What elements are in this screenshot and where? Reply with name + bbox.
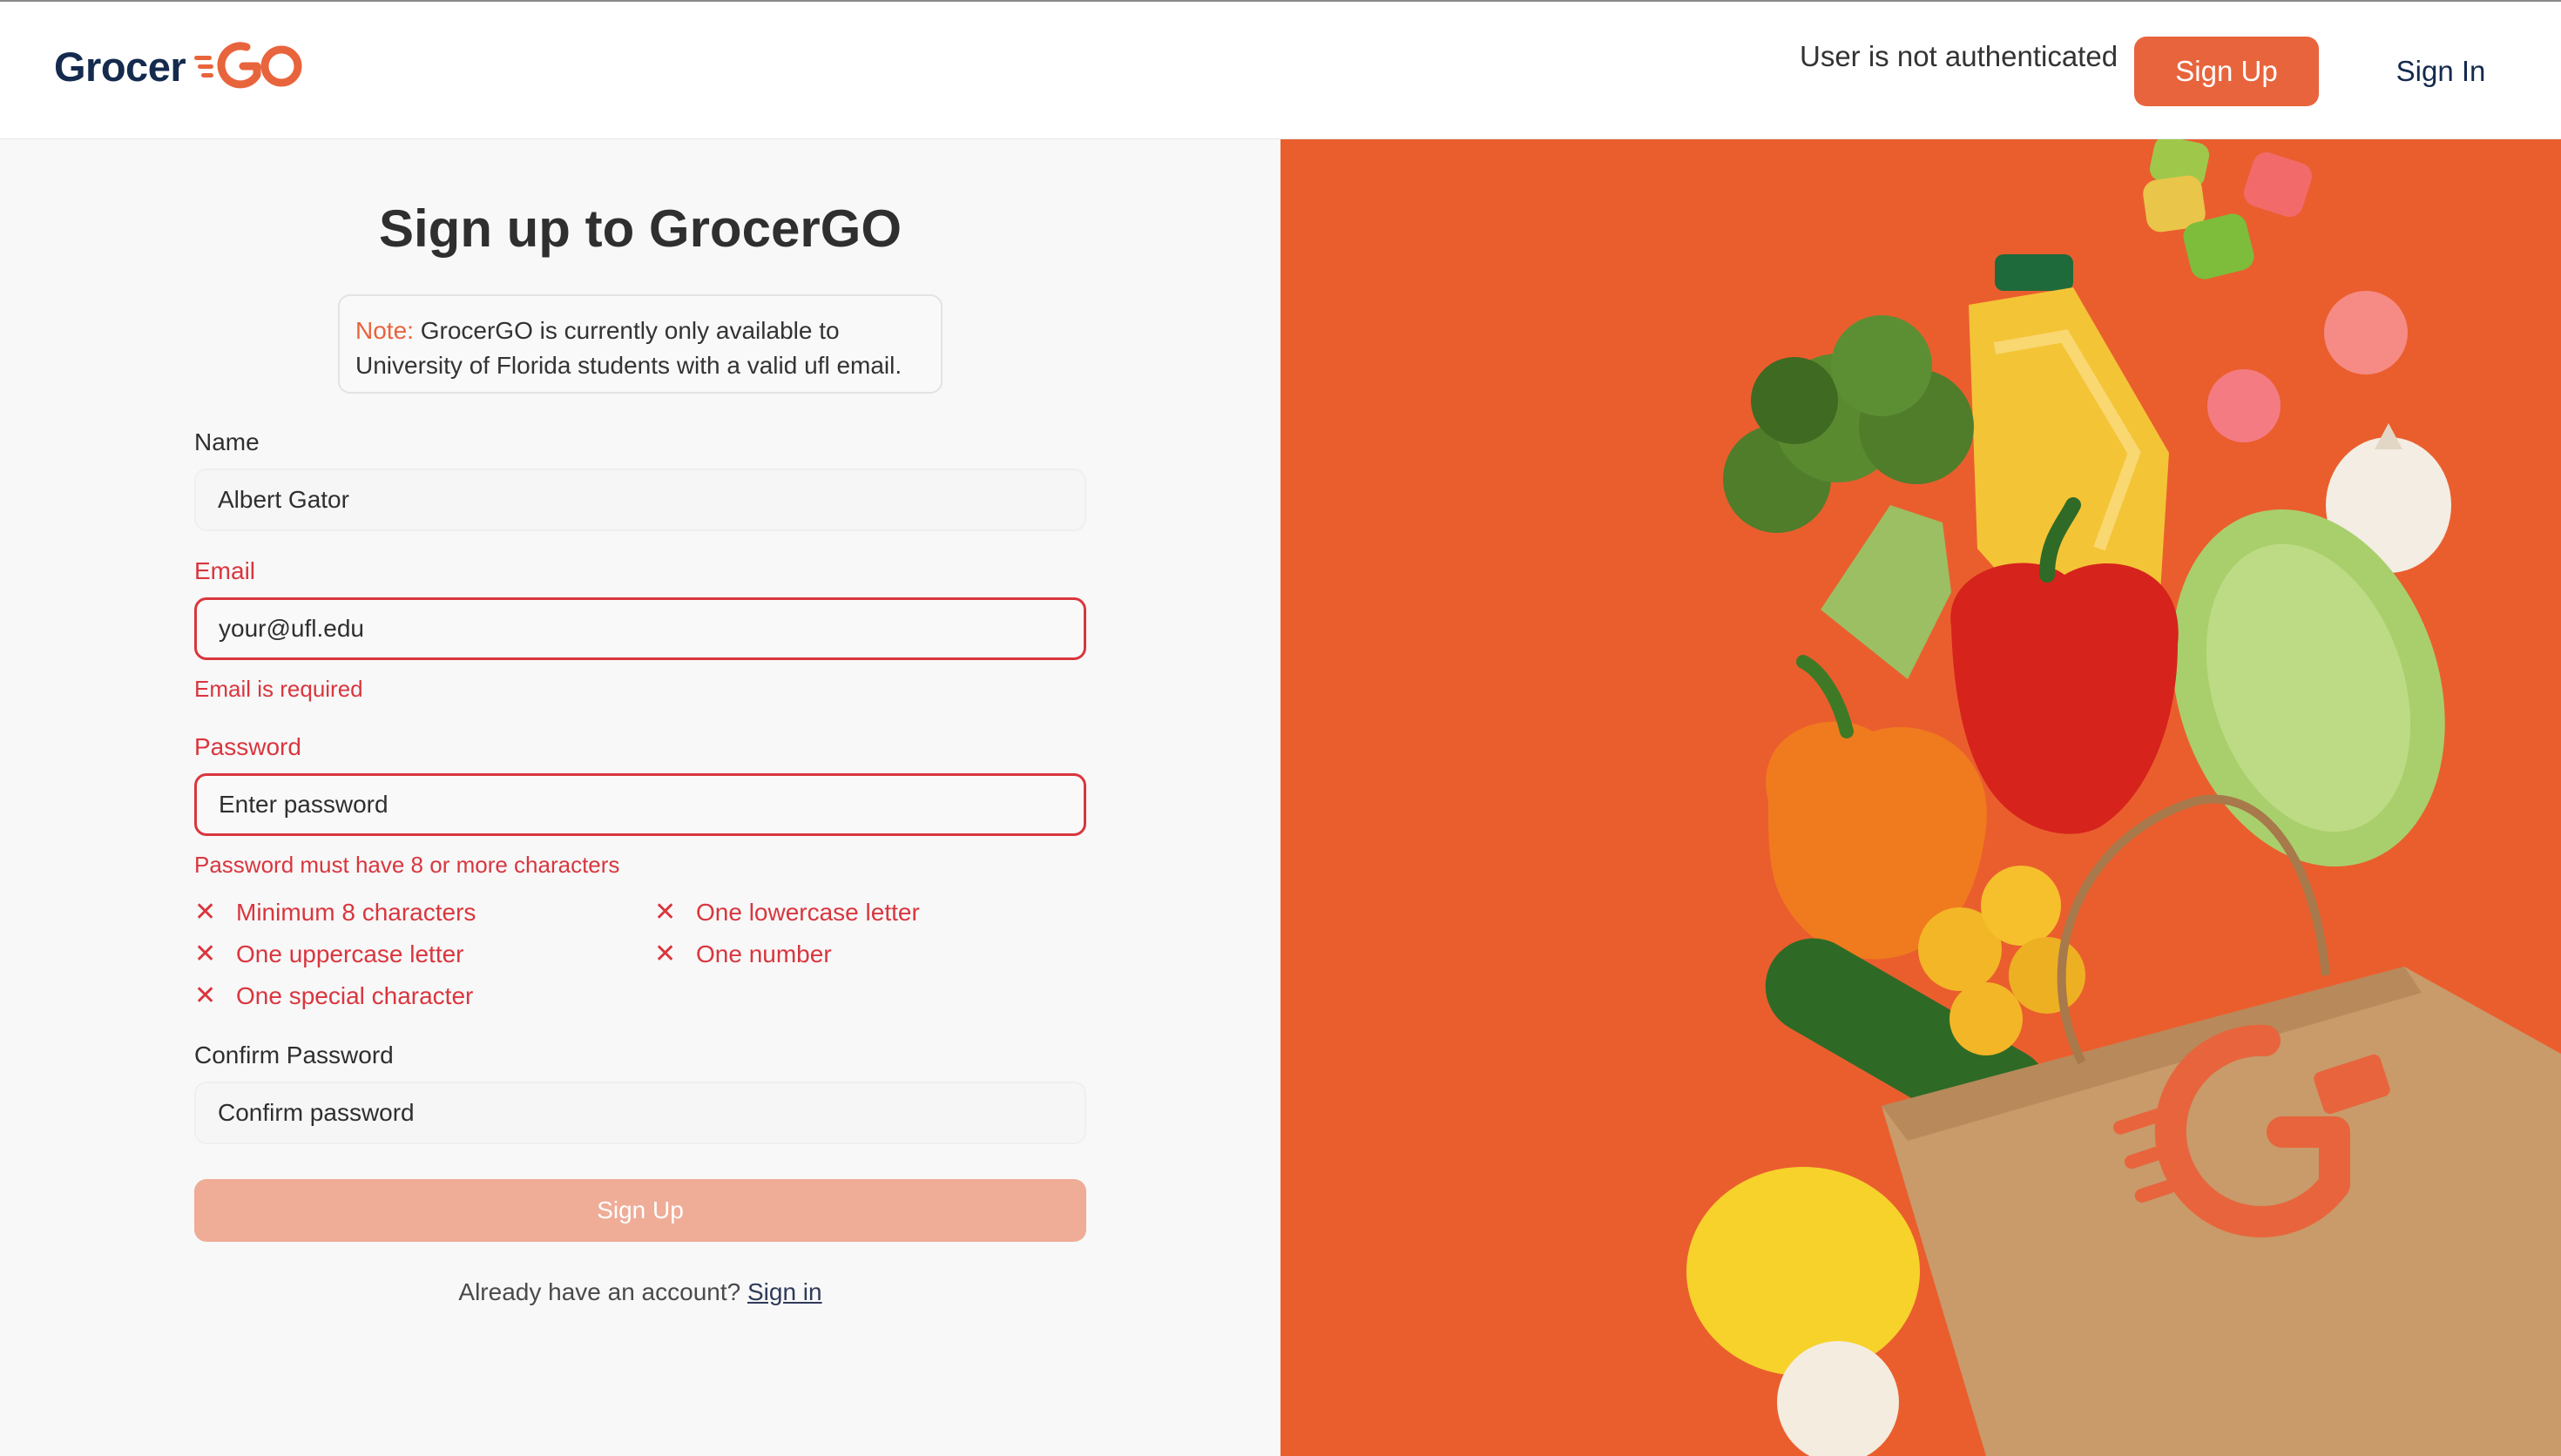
confirm-password-label: Confirm Password	[194, 1041, 394, 1068]
close-x-icon: ✕	[654, 898, 677, 927]
requirement-uppercase: ✕ One uppercase letter	[194, 940, 464, 968]
auth-status-text: User is not authenticated	[1800, 40, 2118, 72]
close-x-icon: ✕	[194, 898, 217, 927]
header-signup-button[interactable]: Sign Up	[2134, 37, 2319, 106]
email-input[interactable]	[194, 597, 1086, 660]
availability-note: Note: GrocerGO is currently only availab…	[338, 294, 943, 394]
password-input[interactable]	[194, 773, 1086, 836]
confirm-password-input[interactable]	[194, 1082, 1086, 1144]
page-title: Sign up to GrocerGO	[378, 199, 902, 258]
requirement-special-char: ✕ One special character	[194, 982, 473, 1010]
lemon-icon	[1686, 1167, 1920, 1376]
gummy-candy-icon	[2243, 152, 2313, 218]
gummy-candy-icon	[2324, 291, 2408, 374]
close-x-icon: ✕	[654, 940, 677, 968]
note-label: Note:	[355, 317, 414, 344]
signin-prompt: Already have an account? Sign in	[0, 1278, 1280, 1306]
email-error-message: Email is required	[194, 676, 363, 702]
signin-prompt-text: Already have an account?	[458, 1278, 747, 1305]
name-label: Name	[194, 428, 260, 455]
requirement-label: One special character	[236, 982, 474, 1009]
hero-image	[1280, 139, 2561, 1456]
signup-panel: Sign up to GrocerGO Note: GrocerGO is cu…	[0, 139, 1280, 1456]
grocergo-logo[interactable]: Grocer	[54, 40, 302, 92]
note-text: GrocerGO is currently only available to …	[355, 317, 902, 379]
password-label: Password	[194, 733, 301, 760]
requirement-label: One number	[696, 940, 832, 967]
header-signin-button[interactable]: Sign In	[2362, 37, 2519, 106]
broccoli-icon	[1821, 505, 1951, 679]
close-x-icon: ✕	[194, 981, 217, 1010]
requirement-min-length: ✕ Minimum 8 characters	[194, 899, 476, 927]
name-input[interactable]	[194, 468, 1086, 531]
close-x-icon: ✕	[194, 940, 217, 968]
requirement-label: One lowercase letter	[696, 899, 920, 926]
groceries-illustration	[1686, 139, 2561, 1456]
requirement-lowercase: ✕ One lowercase letter	[654, 899, 920, 927]
submit-signup-button[interactable]: Sign Up	[194, 1179, 1086, 1242]
requirement-label: Minimum 8 characters	[236, 899, 476, 926]
requirement-label: One uppercase letter	[236, 940, 464, 967]
oil-bottle-icon	[1995, 254, 2073, 291]
signin-link[interactable]: Sign in	[747, 1278, 822, 1305]
logo-wordmark: Grocer	[54, 43, 186, 90]
logo-go-icon	[194, 40, 302, 92]
red-pepper-icon	[1950, 563, 2179, 834]
requirement-number: ✕ One number	[654, 940, 832, 968]
top-navbar: Grocer User is not authenticated Sign Up…	[0, 0, 2561, 139]
email-label: Email	[194, 557, 256, 584]
gummy-candy-icon	[2207, 369, 2281, 442]
password-error-message: Password must have 8 or more characters	[194, 852, 620, 878]
